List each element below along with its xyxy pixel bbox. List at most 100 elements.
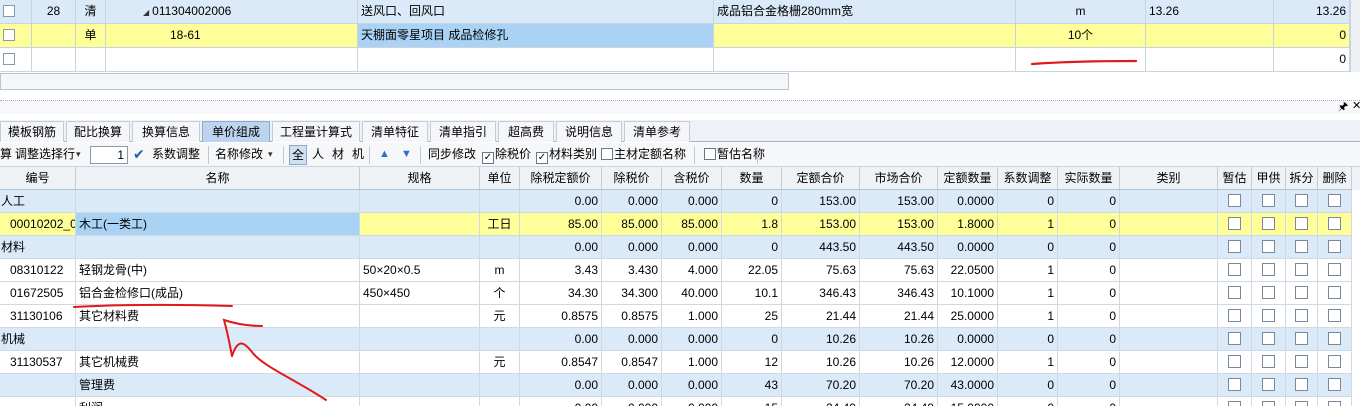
cell-t1[interactable]: 153.00 bbox=[782, 190, 860, 213]
cell-name[interactable] bbox=[76, 328, 360, 351]
cell-unit[interactable] bbox=[480, 397, 520, 406]
cell-dq[interactable]: 43.0000 bbox=[938, 374, 998, 397]
checkbox-box[interactable]: ✓ bbox=[536, 152, 548, 164]
flag-cell[interactable] bbox=[1286, 259, 1318, 282]
arrow-down-icon[interactable]: ▼ bbox=[401, 143, 412, 167]
cell-cat[interactable] bbox=[1120, 282, 1218, 305]
flag-cell[interactable] bbox=[1286, 374, 1318, 397]
col-header[interactable]: 系数调整 bbox=[998, 167, 1058, 190]
tab-height-fee[interactable]: 超高费 bbox=[498, 121, 554, 142]
cell-code[interactable]: 31130537 bbox=[0, 351, 76, 374]
cell-unit[interactable] bbox=[480, 190, 520, 213]
flag-cell[interactable] bbox=[1252, 213, 1286, 236]
flag-checkbox[interactable] bbox=[1228, 378, 1241, 391]
cell-q[interactable]: 0 bbox=[722, 236, 782, 259]
col-header[interactable]: 编号 bbox=[0, 167, 76, 190]
cell-cat[interactable] bbox=[1120, 305, 1218, 328]
col-header[interactable]: 类别 bbox=[1120, 167, 1218, 190]
cell-p3[interactable]: 1.000 bbox=[662, 305, 722, 328]
cell-dq[interactable]: 25.0000 bbox=[938, 305, 998, 328]
cell-spec[interactable] bbox=[360, 236, 480, 259]
flag-cell[interactable] bbox=[1218, 259, 1252, 282]
cell-aq[interactable]: 0 bbox=[1058, 374, 1120, 397]
row-code[interactable] bbox=[106, 48, 358, 72]
cell-t2[interactable]: 10.26 bbox=[860, 328, 938, 351]
cell-cat[interactable] bbox=[1120, 351, 1218, 374]
flag-checkbox[interactable] bbox=[1328, 401, 1341, 406]
cell-code[interactable]: 31130106 bbox=[0, 305, 76, 328]
cell-t2[interactable]: 153.00 bbox=[860, 213, 938, 236]
cell-aq[interactable]: 0 bbox=[1058, 190, 1120, 213]
cell-cat[interactable] bbox=[1120, 397, 1218, 406]
cell-unit[interactable] bbox=[480, 374, 520, 397]
cell-dq[interactable]: 1.8000 bbox=[938, 213, 998, 236]
flag-checkbox[interactable] bbox=[1295, 309, 1308, 322]
cell-p2[interactable]: 0.000 bbox=[602, 328, 662, 351]
sync-edit-button[interactable]: 同步修改 bbox=[428, 143, 476, 167]
col-header[interactable]: 除税价 bbox=[602, 167, 662, 190]
cell-p3[interactable]: 0.000 bbox=[662, 328, 722, 351]
bill-row[interactable]: 28 清 ◢ 011304002006 送风口、回风口 成品铝合金格栅280mm宽… bbox=[0, 0, 1350, 24]
flag-cell[interactable] bbox=[1318, 305, 1352, 328]
cell-coef[interactable]: 0 bbox=[998, 397, 1058, 406]
flag-checkbox[interactable] bbox=[1295, 217, 1308, 230]
cell-cat[interactable] bbox=[1120, 236, 1218, 259]
checkbox-box[interactable] bbox=[704, 148, 716, 160]
flag-cell[interactable] bbox=[1252, 328, 1286, 351]
flag-cell[interactable] bbox=[1252, 259, 1286, 282]
flag-cell[interactable] bbox=[1286, 190, 1318, 213]
cell-p2[interactable]: 0.8547 bbox=[602, 351, 662, 374]
flag-cell[interactable] bbox=[1318, 190, 1352, 213]
col-header[interactable]: 拆分 bbox=[1286, 167, 1318, 190]
flag-checkbox[interactable] bbox=[1262, 240, 1275, 253]
col-header[interactable]: 含税价 bbox=[662, 167, 722, 190]
row-feature[interactable] bbox=[714, 48, 1016, 72]
col-header[interactable]: 实际数量 bbox=[1058, 167, 1120, 190]
flag-cell[interactable] bbox=[1318, 213, 1352, 236]
cell-dq[interactable]: 10.1000 bbox=[938, 282, 998, 305]
flag-cell[interactable] bbox=[1286, 213, 1318, 236]
tab-conversion-info[interactable]: 换算信息 bbox=[132, 121, 200, 142]
quota-row[interactable]: 单 18-61 天棚面零星项目 成品检修孔 10个 0 bbox=[0, 24, 1350, 48]
cell-p2[interactable]: 0.000 bbox=[602, 397, 662, 406]
cell-p1[interactable]: 34.30 bbox=[520, 282, 602, 305]
group-row[interactable]: 人工 0.00 0.000 0.000 0 153.00 153.00 0.0000 0 0 bbox=[0, 190, 1360, 213]
cell-coef[interactable]: 1 bbox=[998, 213, 1058, 236]
flag-cell[interactable] bbox=[1218, 190, 1252, 213]
row-select-cell[interactable] bbox=[0, 0, 32, 24]
filter-material-button[interactable]: 材 bbox=[332, 143, 344, 167]
cell-unit[interactable] bbox=[480, 328, 520, 351]
flag-checkbox[interactable] bbox=[1328, 194, 1341, 207]
cell-coef[interactable]: 0 bbox=[998, 236, 1058, 259]
flag-cell[interactable] bbox=[1286, 351, 1318, 374]
col-header[interactable]: 数量 bbox=[722, 167, 782, 190]
cell-p2[interactable]: 3.430 bbox=[602, 259, 662, 282]
cell-t2[interactable]: 10.26 bbox=[860, 351, 938, 374]
cell-t2[interactable]: 75.63 bbox=[860, 259, 938, 282]
cell-coef[interactable]: 1 bbox=[998, 305, 1058, 328]
tab-description[interactable]: 说明信息 bbox=[556, 121, 622, 142]
cell-p3[interactable]: 4.000 bbox=[662, 259, 722, 282]
row-feature[interactable]: 成品铝合金格栅280mm宽 bbox=[714, 0, 1016, 24]
cell-p3[interactable]: 0.000 bbox=[662, 397, 722, 406]
cell-unit[interactable] bbox=[480, 236, 520, 259]
row-unit[interactable] bbox=[1016, 48, 1146, 72]
cell-p1[interactable]: 0.00 bbox=[520, 190, 602, 213]
row-checkbox[interactable] bbox=[3, 53, 15, 65]
cell-dq[interactable]: 0.0000 bbox=[938, 236, 998, 259]
flag-cell[interactable] bbox=[1218, 351, 1252, 374]
flag-cell[interactable] bbox=[1218, 236, 1252, 259]
col-header[interactable]: 定额合价 bbox=[782, 167, 860, 190]
cell-code[interactable] bbox=[0, 397, 76, 406]
cell-t1[interactable]: 70.20 bbox=[782, 374, 860, 397]
cell-cat[interactable] bbox=[1120, 328, 1218, 351]
row-qty[interactable]: 13.26 bbox=[1146, 0, 1274, 24]
table-row[interactable]: 31130537 其它机械费元 0.8547 0.8547 1.000 12 10.26 10… bbox=[0, 351, 1360, 374]
flag-checkbox[interactable] bbox=[1228, 263, 1241, 276]
cell-coef[interactable]: 1 bbox=[998, 282, 1058, 305]
flag-checkbox[interactable] bbox=[1295, 263, 1308, 276]
cell-unit[interactable]: m bbox=[480, 259, 520, 282]
cell-coef[interactable]: 0 bbox=[998, 328, 1058, 351]
row-code[interactable]: 18-61 bbox=[106, 24, 358, 48]
cell-p2[interactable]: 85.000 bbox=[602, 213, 662, 236]
